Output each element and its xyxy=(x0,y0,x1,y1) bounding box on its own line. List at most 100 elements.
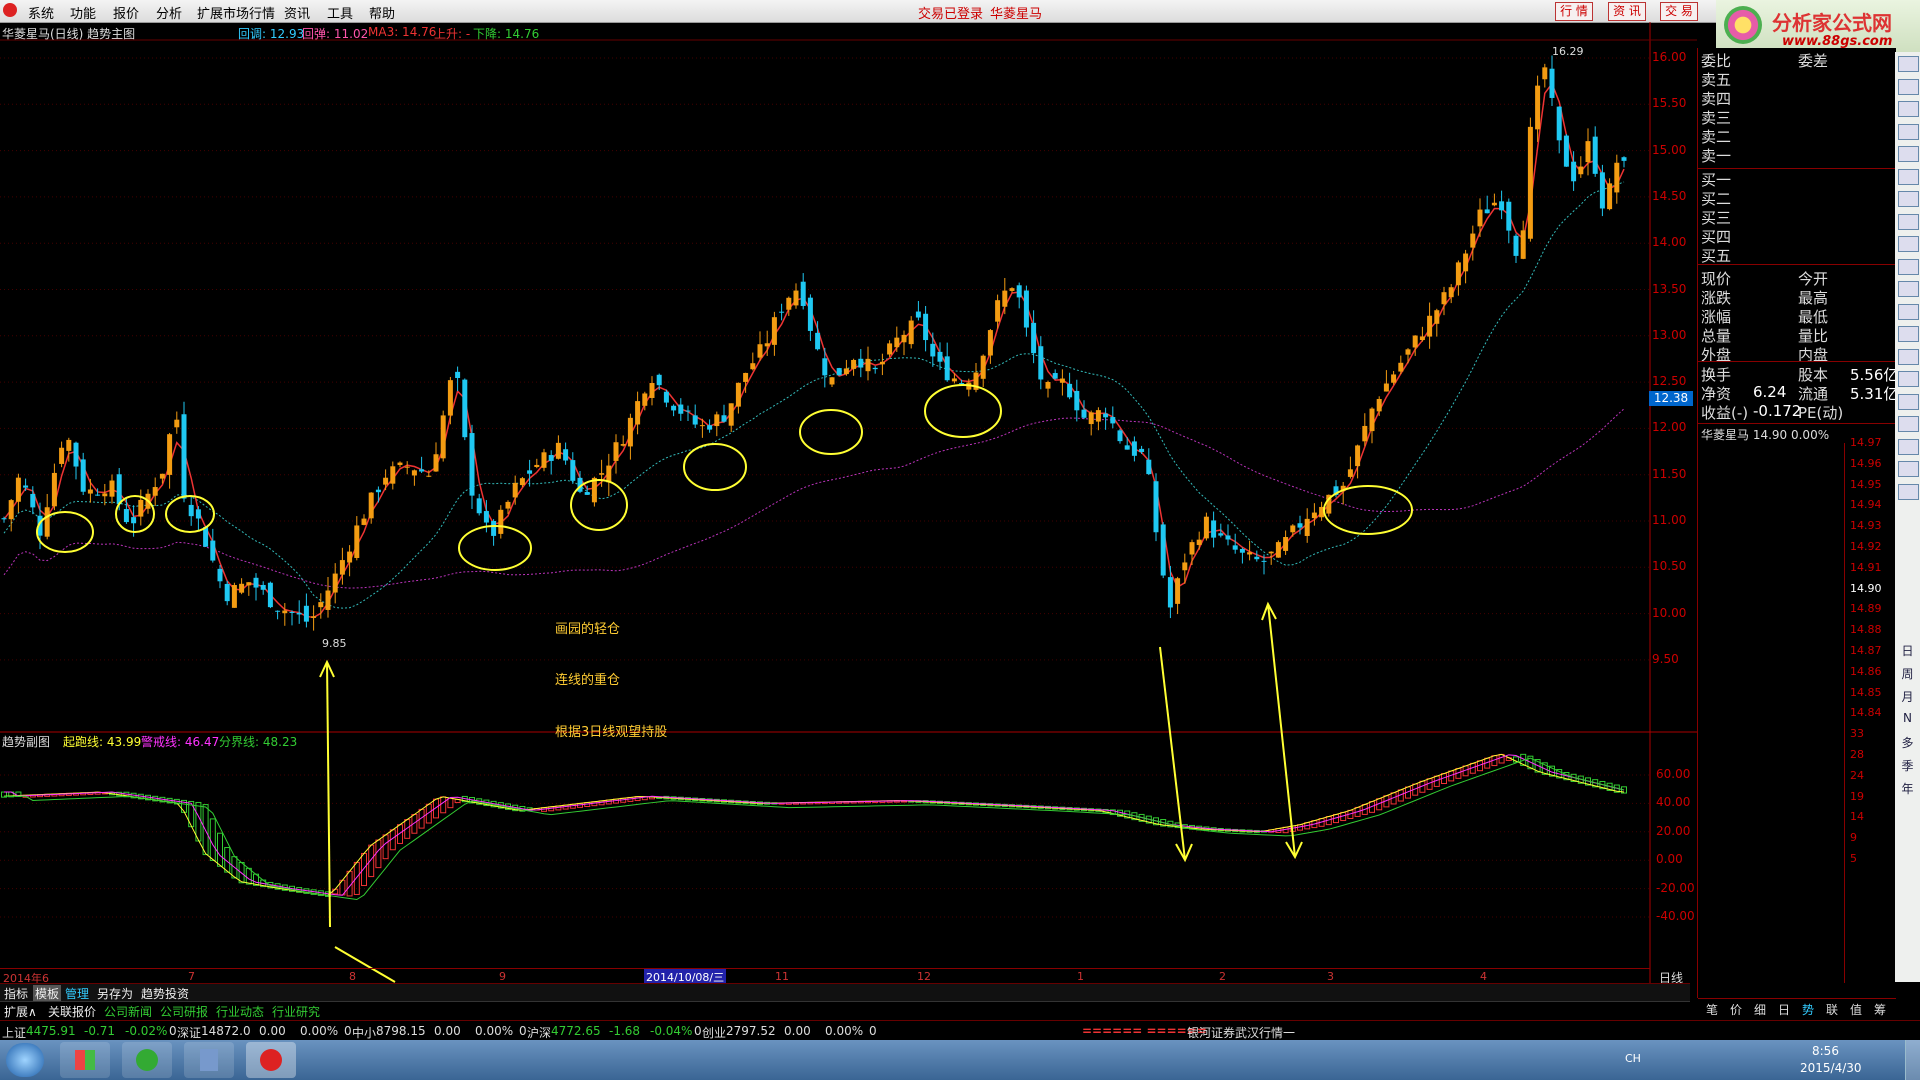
tab-company-news[interactable]: 公司新闻 xyxy=(104,1003,152,1020)
index-name[interactable]: 沪深 xyxy=(527,1024,551,1041)
toolbar-icon-10[interactable] xyxy=(1898,258,1919,275)
candle-body xyxy=(303,605,309,622)
tab-expand[interactable]: 扩展∧ xyxy=(4,1003,37,1020)
clock-date[interactable]: 2015/4/30 xyxy=(1800,1061,1862,1075)
period-button[interactable]: 月 xyxy=(1898,688,1917,705)
show-desktop-button[interactable] xyxy=(1905,1040,1920,1080)
toolbar-icon-19[interactable] xyxy=(1898,461,1919,477)
menu-function[interactable]: 功能 xyxy=(70,3,96,22)
candle-body xyxy=(743,372,749,382)
start-button[interactable] xyxy=(6,1043,44,1077)
info-button[interactable]: 资 讯 xyxy=(1608,2,1646,21)
menu-news[interactable]: 资讯 xyxy=(284,3,310,22)
language-indicator[interactable]: CH xyxy=(1625,1052,1641,1065)
toolbar-icon-1[interactable] xyxy=(1898,56,1919,72)
period-button[interactable]: 多 xyxy=(1898,734,1917,751)
tab-industry-research[interactable]: 行业研究 xyxy=(272,1003,320,1020)
index-name[interactable]: 深证 xyxy=(177,1024,201,1041)
trade-button[interactable]: 交 易 xyxy=(1660,2,1698,21)
candle-body xyxy=(987,330,993,356)
mini-tick: 14.88 xyxy=(1850,623,1882,637)
taskbar-app-2[interactable] xyxy=(122,1042,172,1078)
candle-body xyxy=(1391,374,1397,383)
period-button[interactable]: 季 xyxy=(1898,757,1917,774)
tab-indicator[interactable]: 指标 xyxy=(4,985,28,1002)
toolbar-icon-13[interactable] xyxy=(1898,326,1919,342)
menu-analysis[interactable]: 分析 xyxy=(156,3,182,22)
toolbar-icon-3[interactable] xyxy=(1898,101,1919,117)
candle-body xyxy=(1463,253,1469,272)
index-name[interactable]: 中小 xyxy=(352,1024,376,1041)
candle-body xyxy=(1275,542,1281,558)
chart-area[interactable]: 华菱星马(日线) 趋势主图 回调: 12.93 回弹: 11.02 MA3: 1… xyxy=(0,22,1697,987)
menu-tools[interactable]: 工具 xyxy=(327,3,353,22)
index-percent: 0.00% xyxy=(825,1024,864,1038)
period-button[interactable]: N xyxy=(1898,711,1917,725)
tab-industry-news[interactable]: 行业动态 xyxy=(216,1003,264,1020)
toolbar-icon-5[interactable] xyxy=(1898,146,1919,162)
toolbar-icon-12[interactable] xyxy=(1898,303,1919,320)
toolbar-icon-11[interactable] xyxy=(1898,281,1919,297)
index-percent: 0.00% xyxy=(300,1024,339,1038)
taskbar-app-1[interactable] xyxy=(60,1042,110,1078)
sub-bar xyxy=(353,861,360,895)
quote-button[interactable]: 行 情 xyxy=(1555,2,1593,21)
toolbar-icon-2[interactable] xyxy=(1898,78,1919,95)
tab-save-as[interactable]: 另存为 xyxy=(97,985,133,1002)
period-button[interactable]: 年 xyxy=(1898,780,1917,797)
tab-trend-invest[interactable]: 趋势投资 xyxy=(141,985,189,1002)
candle-body xyxy=(1103,413,1109,418)
kline-chart[interactable] xyxy=(0,22,1697,987)
stat-label: 现价 xyxy=(1701,270,1732,288)
candle-body xyxy=(411,470,417,476)
candle-body xyxy=(1448,287,1454,298)
candle-body xyxy=(1571,161,1577,182)
toolbar-icon-7[interactable] xyxy=(1898,191,1919,207)
candle-body xyxy=(872,367,878,370)
toolbar-icon-20[interactable] xyxy=(1898,483,1919,500)
highlight-circle xyxy=(1323,485,1413,535)
candle-body xyxy=(721,415,727,422)
toolbar-icon-6[interactable] xyxy=(1898,168,1919,185)
index-value: 4772.65 xyxy=(551,1024,601,1038)
main-chart-title: 华菱星马(日线) 趋势主图 xyxy=(2,27,136,41)
candle-body xyxy=(1369,408,1375,432)
candle-body xyxy=(1355,445,1361,467)
taskbar-app-4[interactable] xyxy=(246,1042,296,1078)
candle-body xyxy=(930,343,936,357)
menu-quote[interactable]: 报价 xyxy=(113,3,139,22)
toolbar-icon-9[interactable] xyxy=(1898,236,1919,252)
warning-line xyxy=(4,754,1625,896)
annotation-hold: 根据3日线观望持股 xyxy=(555,725,668,740)
candle-body xyxy=(671,405,677,411)
toolbar-icon-15[interactable] xyxy=(1898,371,1919,387)
period-button[interactable]: 周 xyxy=(1898,665,1917,682)
toolbar-icon-8[interactable] xyxy=(1898,213,1919,230)
period-button[interactable]: 日 xyxy=(1898,642,1917,659)
candle-body xyxy=(1131,441,1137,456)
toolbar-icon-18[interactable] xyxy=(1898,438,1919,455)
menu-system[interactable]: 系统 xyxy=(28,3,54,22)
toolbar-icon-4[interactable] xyxy=(1898,123,1919,140)
menu-extended-market[interactable]: 扩展市场行情 xyxy=(197,3,275,22)
tab-related-quote[interactable]: 关联报价 xyxy=(48,1003,96,1020)
taskbar-app-3[interactable] xyxy=(184,1042,234,1078)
candle-body xyxy=(23,485,29,488)
toolbar-icon-16[interactable] xyxy=(1898,393,1919,410)
toolbar-icon-17[interactable] xyxy=(1898,416,1919,432)
candle-body xyxy=(231,585,237,608)
candle-body xyxy=(771,317,777,345)
ma-cyan-line xyxy=(3,181,1625,609)
buy-level-label: 买五 xyxy=(1701,247,1732,265)
candle-body xyxy=(462,379,468,438)
menu-help[interactable]: 帮助 xyxy=(369,3,395,22)
tab-company-research[interactable]: 公司研报 xyxy=(160,1003,208,1020)
index-name[interactable]: 上证 xyxy=(2,1024,26,1041)
tab-template[interactable]: 模板 xyxy=(33,985,62,1002)
candle-body xyxy=(1167,577,1173,608)
tab-manage[interactable]: 管理 xyxy=(65,985,89,1002)
index-name[interactable]: 创业 xyxy=(702,1024,726,1041)
candle-body xyxy=(1023,290,1029,328)
toolbar-icon-14[interactable] xyxy=(1898,348,1919,365)
clock-time[interactable]: 8:56 xyxy=(1812,1044,1839,1058)
